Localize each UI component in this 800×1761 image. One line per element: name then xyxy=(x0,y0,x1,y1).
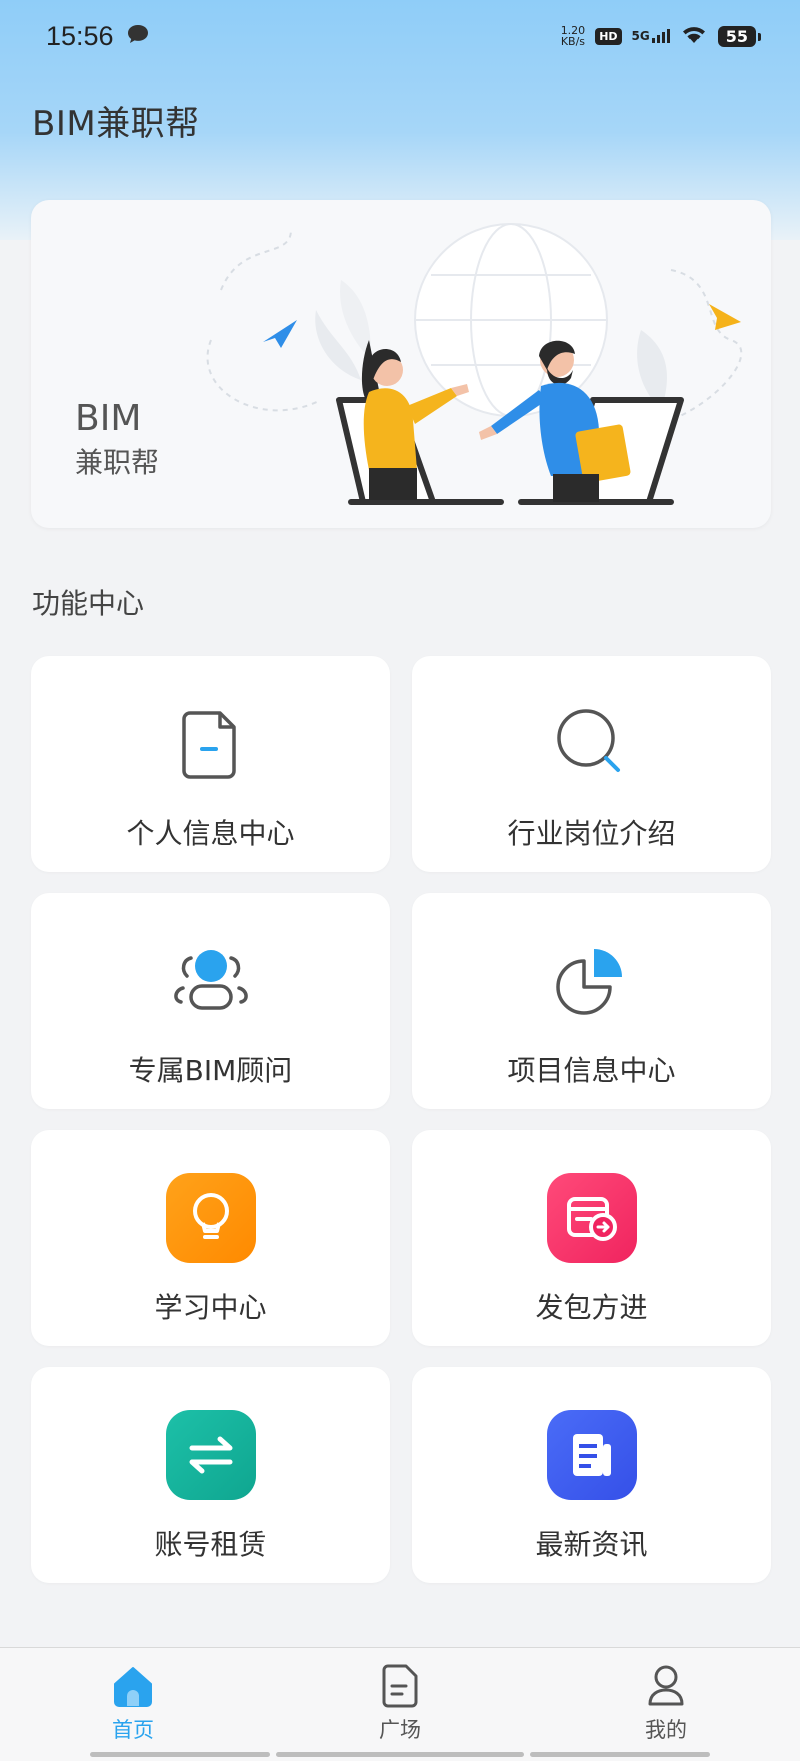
tab-home[interactable]: 首页 xyxy=(73,1662,193,1744)
feature-label: 发包方进 xyxy=(535,1291,648,1324)
feature-card-latest-news[interactable]: 最新资讯 xyxy=(412,1367,771,1583)
home-indicator xyxy=(276,1752,524,1757)
hd-badge: HD xyxy=(595,27,622,45)
feature-label: 账号租赁 xyxy=(154,1528,267,1561)
user-group-icon xyxy=(165,935,257,1027)
signal-icon: 5G xyxy=(632,29,670,43)
feature-label: 行业岗位介绍 xyxy=(507,817,676,850)
net-speed: 1.20 KB/s xyxy=(560,24,586,48)
app-header: BIM兼职帮 xyxy=(0,72,800,168)
person-icon xyxy=(648,1665,684,1706)
swap-arrows-icon xyxy=(165,1409,257,1501)
tab-square[interactable]: 广场 xyxy=(340,1662,460,1744)
message-icon xyxy=(126,23,150,49)
tab-mine[interactable]: 我的 xyxy=(606,1662,726,1744)
home-icon xyxy=(114,1667,152,1707)
feature-label: 专属BIM顾问 xyxy=(128,1054,293,1087)
document-icon xyxy=(165,698,257,790)
feature-label: 个人信息中心 xyxy=(126,817,295,850)
tab-label: 广场 xyxy=(379,1718,421,1742)
pie-chart-icon xyxy=(546,935,638,1027)
feature-card-bim-advisor[interactable]: 专属BIM顾问 xyxy=(31,893,390,1109)
feature-card-industry-jobs[interactable]: 行业岗位介绍 xyxy=(412,656,771,872)
feature-card-project-info[interactable]: 项目信息中心 xyxy=(412,893,771,1109)
lightbulb-icon xyxy=(165,1172,257,1264)
wifi-icon xyxy=(680,23,708,49)
home-indicator xyxy=(90,1752,270,1757)
status-bar: 15:56 1.20 KB/s HD 5G 55 xyxy=(0,0,800,72)
feature-label: 学习中心 xyxy=(154,1291,267,1324)
feature-card-account-rental[interactable]: 账号租赁 xyxy=(31,1367,390,1583)
banner-line-1: BIM xyxy=(75,398,142,439)
file-icon xyxy=(382,1664,418,1708)
feature-card-learning-center[interactable]: 学习中心 xyxy=(31,1130,390,1346)
feature-card-contractor[interactable]: 发包方进 xyxy=(412,1130,771,1346)
handshake-illustration xyxy=(201,220,761,520)
search-icon xyxy=(546,698,638,790)
feature-label: 最新资讯 xyxy=(535,1528,648,1561)
calendar-arrow-icon xyxy=(546,1172,638,1264)
bottom-tab-bar: 首页 广场 我的 xyxy=(0,1647,800,1761)
home-indicator xyxy=(530,1752,710,1757)
news-icon xyxy=(546,1409,638,1501)
page-title: BIM兼职帮 xyxy=(32,103,200,144)
banner-line-2: 兼职帮 xyxy=(75,446,160,479)
tab-label: 首页 xyxy=(112,1718,154,1742)
tab-label: 我的 xyxy=(645,1718,687,1742)
section-title: 功能中心 xyxy=(32,587,145,620)
battery-indicator: 55 xyxy=(717,25,762,47)
status-time: 15:56 xyxy=(46,20,114,51)
feature-label: 项目信息中心 xyxy=(507,1054,676,1087)
banner-text: BIM 兼职帮 xyxy=(75,398,159,481)
banner[interactable]: BIM 兼职帮 xyxy=(31,200,771,528)
feature-card-personal-info[interactable]: 个人信息中心 xyxy=(31,656,390,872)
